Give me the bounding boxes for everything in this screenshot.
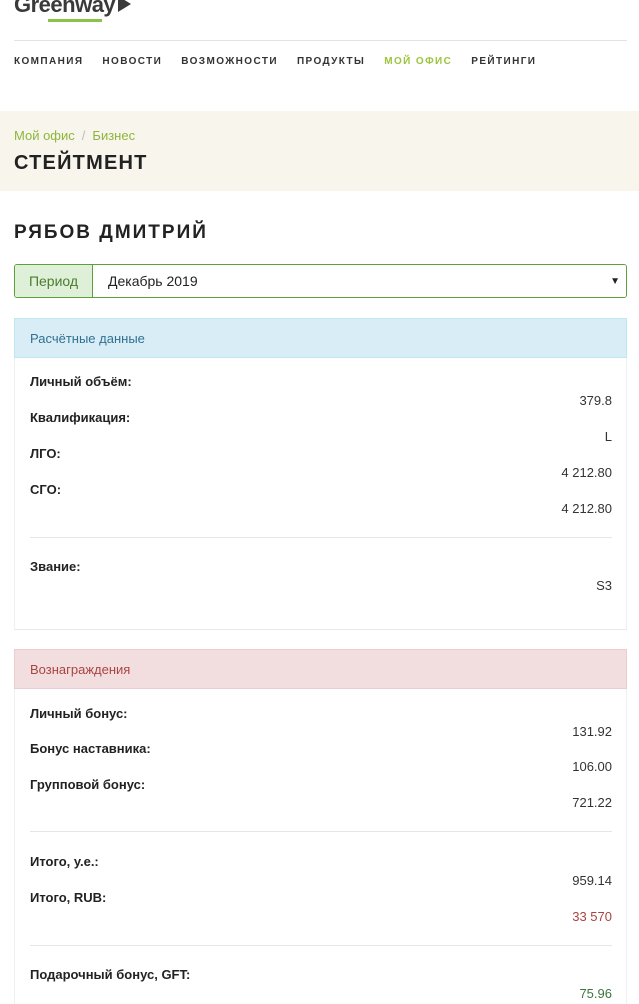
row-value: 131.92 [572,724,612,739]
breadcrumb-separator: / [81,128,86,143]
row-value: 959.14 [572,873,612,888]
row-label: Итого, RUB: [30,890,107,905]
calc-panel-body: Личный объём: 379.8 Квалификация: L ЛГО:… [14,358,627,630]
row-label: Бонус наставника: [30,741,151,756]
period-selector: Период Декабрь 2019 ▼ [14,264,627,298]
row-value: 4 212.80 [561,465,612,480]
breadcrumb: Мой офис / Бизнес [14,128,135,143]
nav-item-company[interactable]: КОМПАНИЯ [14,56,83,68]
page-title: СТЕЙТМЕНТ [14,152,148,174]
logo-text: Greenway [14,0,116,17]
row-value: L [604,429,612,444]
row-value: 379.8 [579,393,612,408]
caret-down-icon: ▼ [610,275,620,287]
row-label: ЛГО: [30,446,61,461]
row-label: Квалификация: [30,410,131,425]
main-nav: КОМПАНИЯ НОВОСТИ ВОЗМОЖНОСТИ ПРОДУКТЫ МО… [14,56,555,68]
breadcrumb-item-my-office[interactable]: Мой офис [14,128,75,143]
period-selected-value: Декабрь 2019 [108,273,198,289]
logo-arrow-icon [118,0,132,12]
nav-item-opportunities[interactable]: ВОЗМОЖНОСТИ [181,56,278,68]
nav-item-news[interactable]: НОВОСТИ [102,56,162,68]
row-value: 721.22 [572,795,612,810]
calc-panel-heading: Расчётные данные [14,318,627,358]
period-select[interactable]: Декабрь 2019 ▼ [93,265,626,297]
row-value: S3 [596,578,612,593]
row-value: 33 570 [572,909,612,924]
row-label: Итого, у.е.: [30,854,99,869]
nav-item-ratings[interactable]: РЕЙТИНГИ [471,56,536,68]
divider [30,537,612,538]
row-value: 75.96 [579,986,612,1001]
rewards-panel-body: Личный бонус: 131.92 Бонус наставника: 1… [14,689,627,1004]
nav-divider [14,40,627,41]
user-name: РЯБОВ ДМИТРИЙ [14,222,208,243]
row-label: Подарочный бонус, GFT: [30,967,191,982]
page-title-band: Мой офис / Бизнес СТЕЙТМЕНТ [0,111,639,191]
row-label: СГО: [30,482,62,497]
row-label: Групповой бонус: [30,777,146,792]
nav-item-my-office[interactable]: МОЙ ОФИС [384,56,452,68]
rewards-panel-heading: Вознаграждения [14,649,627,689]
row-label: Личный объём: [30,374,132,389]
divider [30,831,612,832]
row-label: Личный бонус: [30,706,128,721]
row-value: 106.00 [572,759,612,774]
nav-item-products[interactable]: ПРОДУКТЫ [297,56,365,68]
row-value: 4 212.80 [561,501,612,516]
row-label: Звание: [30,559,81,574]
breadcrumb-item-business[interactable]: Бизнес [92,128,135,143]
period-label: Период [15,265,93,297]
logo-underline [48,19,102,22]
greenway-logo[interactable]: Greenway [14,0,132,20]
divider [30,945,612,946]
